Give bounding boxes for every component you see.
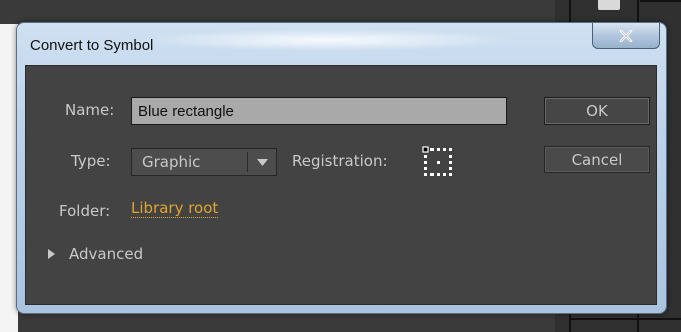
- dialog-title: Convert to Symbol: [30, 37, 154, 54]
- background-grid-line: [640, 0, 681, 2]
- advanced-label: Advanced: [69, 245, 144, 263]
- titlebar-glow: [137, 29, 517, 51]
- type-dropdown-value: Graphic: [142, 153, 201, 171]
- folder-link[interactable]: Library root: [131, 200, 219, 218]
- convert-to-symbol-dialog: Convert to Symbol Name: Type: Graphic Re…: [16, 22, 667, 314]
- dialog-body: Name: Type: Graphic Registration:: [25, 65, 657, 305]
- name-label: Name:: [65, 101, 115, 119]
- type-label: Type:: [71, 152, 111, 170]
- cancel-button[interactable]: Cancel: [544, 146, 650, 173]
- type-dropdown[interactable]: Graphic: [131, 148, 277, 176]
- ok-button[interactable]: OK: [544, 97, 650, 125]
- registration-label: Registration:: [292, 152, 388, 170]
- chevron-down-icon: [256, 158, 268, 166]
- registration-point-icon: [422, 146, 452, 176]
- close-x-icon: [619, 29, 633, 42]
- dropdown-arrow[interactable]: [248, 149, 276, 175]
- folder-label: Folder:: [59, 202, 111, 220]
- background-grid-line: [570, 318, 681, 320]
- close-button[interactable]: [592, 23, 660, 49]
- registration-grid[interactable]: [421, 145, 455, 179]
- name-input[interactable]: [131, 97, 507, 125]
- background-tab: [598, 0, 620, 10]
- advanced-toggle[interactable]: Advanced: [48, 245, 143, 263]
- disclosure-triangle-icon: [48, 249, 55, 259]
